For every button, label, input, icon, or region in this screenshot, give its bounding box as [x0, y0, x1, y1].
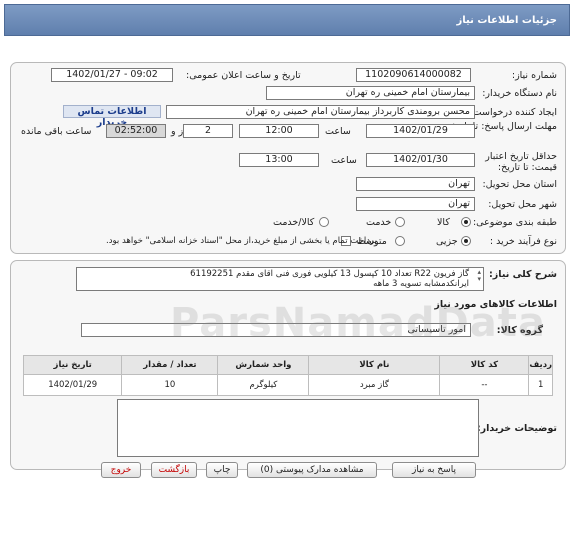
cell-name: گاز مبرد	[308, 374, 441, 396]
goods-table: ردیف کد کالا نام کالا واحد شمارش تعداد /…	[22, 355, 553, 396]
validity-date-field: 1402/01/30	[366, 153, 475, 167]
city-field: تهران	[356, 197, 475, 211]
validity-time-label: ساعت	[331, 155, 357, 166]
goods-group-field: امور تاسیساتی	[81, 323, 471, 337]
col-row: ردیف	[528, 355, 553, 375]
buyer-contact-link[interactable]: اطلاعات تماس خریدار	[63, 105, 161, 128]
need-number-field: 1102090614000082	[356, 68, 471, 82]
need-info-panel: شماره نیاز: 1102090614000082 تاریخ و ساع…	[10, 62, 566, 254]
validity-time-field: 13:00	[239, 153, 319, 167]
province-field: تهران	[356, 177, 475, 191]
remaining-time-field: 02:52:00	[106, 124, 166, 138]
attachments-button[interactable]: مشاهده مدارک پیوستی (0)	[247, 462, 377, 478]
city-label: شهر محل تحویل:	[488, 199, 557, 210]
summary-textarea[interactable]: گاز فریون R22 تعداد 10 کپسول 13 کیلویی ف…	[76, 267, 484, 291]
process-option-label: جزیی	[436, 236, 458, 247]
window-title: جزئیات اطلاعات نیاز	[456, 15, 557, 26]
summary-panel: شرح کلی نیاز: گاز فریون R22 تعداد 10 کپس…	[10, 260, 566, 470]
summary-line: گاز فریون R22 تعداد 10 کپسول 13 کیلویی ف…	[190, 269, 469, 279]
table-row[interactable]: 1 -- گاز مبرد کیلوگرم 10 1402/01/29	[22, 374, 553, 396]
buyer-org-field: بیمارستان امام خمینی ره تهران	[266, 86, 475, 100]
creator-label: ایجاد کننده درخواست:	[469, 107, 557, 118]
payment-note: پرداخت تمام یا بخشی از مبلغ خرید،از محل …	[106, 236, 378, 246]
window-titlebar: جزئیات اطلاعات نیاز	[4, 4, 570, 36]
process-radio-minor[interactable]	[461, 236, 471, 246]
min-validity-text: حداقل تاریخ اعتبار قیمت: تا تاریخ:	[485, 151, 557, 173]
announce-field: 1402/01/27 - 09:02	[51, 68, 173, 82]
category-radio-service[interactable]	[395, 217, 405, 227]
reply-time-label: ساعت	[325, 126, 351, 137]
category-label: طبقه بندی موضوعی:	[472, 217, 557, 228]
days-field: 2	[183, 124, 233, 138]
reply-date-field: 1402/01/29	[366, 124, 475, 138]
reply-time-field: 12:00	[239, 124, 319, 138]
buyer-notes-field[interactable]	[117, 399, 479, 457]
reply-button[interactable]: پاسخ به نیاز	[392, 462, 476, 478]
category-option-label: خدمت	[366, 217, 392, 228]
summary-label: شرح کلی نیاز:	[488, 269, 557, 280]
col-name: نام کالا	[308, 355, 441, 375]
category-radio-goods-service[interactable]	[319, 217, 329, 227]
exit-button[interactable]: خروج	[101, 462, 141, 478]
cell-qty: 10	[121, 374, 219, 396]
back-button[interactable]: بازگشت	[151, 462, 197, 478]
summary-line: ایرانکدمشابه تسویه 3 ماهه	[373, 279, 469, 289]
goods-section-title: اطلاعات کالاهای مورد نیاز	[434, 299, 557, 310]
cell-date: 1402/01/29	[22, 374, 123, 396]
category-option-label: کالا/خدمت	[273, 217, 315, 228]
need-number-label: شماره نیاز:	[511, 70, 557, 81]
cell-code: --	[439, 374, 530, 396]
col-qty: تعداد / مقدار	[121, 355, 219, 375]
category-option-label: کالا	[437, 217, 450, 228]
col-unit: واحد شمارش	[217, 355, 310, 375]
goods-group-label: گروه کالا:	[496, 325, 543, 336]
reply-deadline-label: مهلت ارسال پاسخ: تا تاریخ:	[448, 121, 557, 132]
scroll-arrows-icon[interactable]: ▴ ▾	[477, 269, 481, 283]
buyer-notes-label: توضیحات خریدار:	[476, 423, 557, 434]
print-button[interactable]: چاپ	[206, 462, 238, 478]
process-radio-medium[interactable]	[395, 236, 405, 246]
announce-label: تاریخ و ساعت اعلان عمومی:	[186, 70, 301, 81]
col-code: کد کالا	[439, 355, 530, 375]
buyer-org-label: نام دستگاه خریدار:	[482, 88, 557, 99]
remaining-label: ساعت باقی مانده	[21, 126, 92, 137]
cell-row: 1	[528, 374, 553, 396]
cell-unit: کیلوگرم	[217, 374, 310, 396]
province-label: استان محل تحویل:	[482, 179, 557, 190]
creator-field: محسن برومندی کاربرداز بیمارستان امام خمی…	[166, 105, 475, 119]
goods-table-header: ردیف کد کالا نام کالا واحد شمارش تعداد /…	[22, 355, 553, 375]
min-validity-label: حداقل تاریخ اعتبار قیمت: تا تاریخ:	[467, 151, 557, 173]
category-radio-goods[interactable]	[461, 217, 471, 227]
process-label: نوع فرآیند خرید :	[489, 236, 557, 247]
col-date: تاریخ نیاز	[22, 355, 123, 375]
